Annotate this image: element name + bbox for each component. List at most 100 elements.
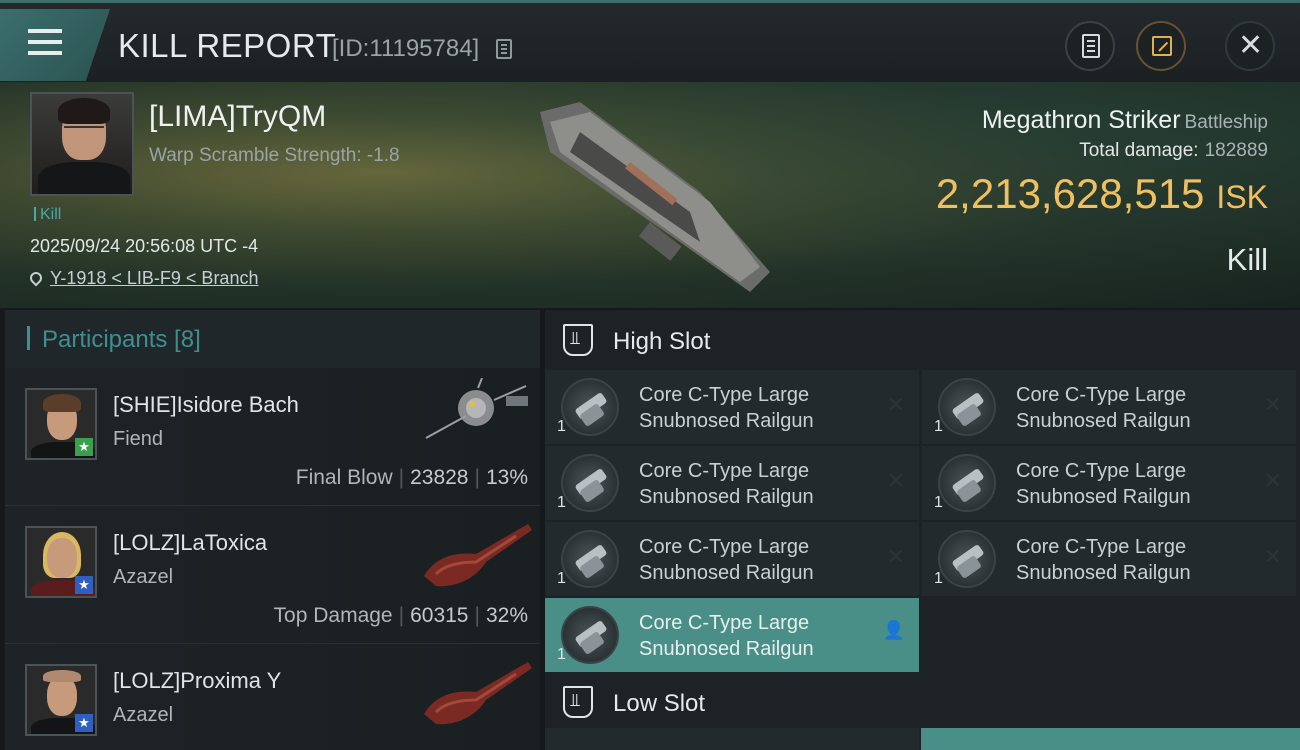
damage-percent: 32% xyxy=(485,604,528,627)
total-damage-value: 182889 xyxy=(1204,140,1268,161)
ship-name[interactable]: Megathron Striker Battleship xyxy=(982,106,1268,135)
kill-tag: Kill xyxy=(34,206,61,224)
module-name: Core C-Type Large Snubnosed Railgun xyxy=(1016,384,1191,432)
railgun-icon xyxy=(938,378,996,436)
close-icon: ✕ xyxy=(1238,29,1264,62)
railgun-icon xyxy=(938,530,996,588)
participant-row[interactable]: ★ [SHIE]Isidore Bach Fiend Final Blow | 23… xyxy=(5,368,540,506)
module-name: Core C-Type Large Snubnosed Railgun xyxy=(639,612,814,660)
participant-ship-image xyxy=(425,378,528,439)
destroyed-icon: ✕ xyxy=(886,544,905,569)
location-text: Y-1918 < LIB-F9 < Branch xyxy=(50,268,259,288)
low-slot-icon xyxy=(563,686,593,718)
module-item-partial[interactable] xyxy=(921,728,1300,750)
railgun-icon xyxy=(561,530,619,588)
star-icon: ★ xyxy=(75,576,93,594)
warp-scramble-strength: Warp Scramble Strength: -1.8 xyxy=(149,145,400,166)
destroyed-icon: ✕ xyxy=(886,468,905,493)
avatar-hair xyxy=(43,394,81,412)
module-item[interactable]: 1 Core C-Type Large Snubnosed Railgun ✕ xyxy=(545,446,919,520)
module-name: Core C-Type Large Snubnosed Railgun xyxy=(1016,536,1191,584)
star-icon: ★ xyxy=(75,714,93,732)
menu-icon-bar xyxy=(28,40,62,44)
destroyed-icon: ✕ xyxy=(1263,544,1282,569)
high-slot-icon xyxy=(563,324,593,356)
avatar[interactable]: ★ xyxy=(25,664,97,736)
module-quantity: 1 xyxy=(934,494,943,511)
close-button[interactable]: ✕ xyxy=(1225,21,1275,71)
menu-icon xyxy=(28,29,62,33)
person-icon: 👤 xyxy=(882,620,905,640)
module-item[interactable]: 1 Core C-Type Large Snubnosed Railgun 👤 xyxy=(545,598,919,672)
stat-divider: | xyxy=(474,466,480,489)
ship-class: Battleship xyxy=(1184,112,1268,133)
total-damage-label: Total damage: xyxy=(1079,140,1199,161)
location-link[interactable]: Y-1918 < LIB-F9 < Branch xyxy=(27,268,259,289)
module-quantity: 1 xyxy=(557,418,566,435)
location-pin-icon xyxy=(27,269,45,287)
module-name: Core C-Type Large Snubnosed Railgun xyxy=(639,536,814,584)
menu-button[interactable] xyxy=(0,9,110,81)
menu-icon-bar xyxy=(28,51,62,55)
clipboard-button[interactable] xyxy=(1065,21,1115,71)
share-icon xyxy=(1152,36,1172,56)
avatar-hair xyxy=(43,670,81,682)
participant-ship: Azazel xyxy=(113,566,174,588)
module-item[interactable]: 1 Core C-Type Large Snubnosed Railgun ✕ xyxy=(545,522,919,596)
stat-label: Final Blow xyxy=(295,466,393,489)
victim-ship-image xyxy=(540,102,770,292)
report-id: [ID:11195784] xyxy=(332,35,480,62)
module-quantity: 1 xyxy=(557,570,566,587)
module-item-partial[interactable] xyxy=(545,728,919,750)
railgun-icon xyxy=(561,378,619,436)
avatar-face xyxy=(47,538,77,578)
participant-row[interactable]: ★ [LOLZ]LaToxica Azazel Top Damage | 60315… xyxy=(5,506,540,644)
participants-title: Participants [8] xyxy=(27,326,201,354)
module-name: Core C-Type Large Snubnosed Railgun xyxy=(1016,460,1191,508)
participant-ship-image xyxy=(424,662,532,725)
stat-divider: | xyxy=(398,604,405,627)
participant-stats: Top Damage | 60315 | 32% xyxy=(274,604,528,628)
damage-value: 60315 xyxy=(410,604,469,627)
low-slot-title: Low Slot xyxy=(613,690,706,717)
module-quantity: 1 xyxy=(557,646,566,663)
module-item[interactable]: 1 Core C-Type Large Snubnosed Railgun ✕ xyxy=(922,446,1296,520)
module-quantity: 1 xyxy=(934,570,943,587)
destroyed-icon: ✕ xyxy=(886,392,905,417)
participant-row[interactable]: ★ [LOLZ]Proxima Y Azazel xyxy=(5,644,540,750)
victim-portrait[interactable] xyxy=(30,92,134,196)
module-item[interactable]: 1 Core C-Type Large Snubnosed Railgun ✕ xyxy=(922,370,1296,444)
copy-icon[interactable] xyxy=(496,39,512,59)
stat-label: Top Damage xyxy=(273,604,393,627)
avatar-face xyxy=(47,676,77,716)
high-slot-header: High Slot xyxy=(545,310,1300,370)
page-title: KILL REPORT xyxy=(118,27,337,64)
railgun-icon xyxy=(938,454,996,512)
participants-panel: Participants [8] ★ [SHIE]Isidore Bach Fi… xyxy=(5,310,540,750)
participant-ship: Azazel xyxy=(113,704,174,726)
isk-value: 2,213,628,515 ISK xyxy=(936,170,1268,218)
high-slot-modules: 1 Core C-Type Large Snubnosed Railgun ✕ … xyxy=(545,370,1300,672)
share-button[interactable] xyxy=(1136,21,1186,71)
module-name: Core C-Type Large Snubnosed Railgun xyxy=(639,384,814,432)
victim-name[interactable]: [LIMA]TryQM xyxy=(149,100,326,134)
module-name: Core C-Type Large Snubnosed Railgun xyxy=(639,460,814,508)
portrait-body xyxy=(38,162,130,194)
destroyed-icon: ✕ xyxy=(1263,392,1282,417)
railgun-icon xyxy=(561,606,619,664)
fitting-panel: High Slot 1 Core C-Type Large Snubnosed … xyxy=(545,310,1300,750)
participants-header: Participants [8] xyxy=(5,310,540,368)
victim-banner: [LIMA]TryQM Warp Scramble Strength: -1.8… xyxy=(0,82,1300,308)
module-item[interactable]: 1 Core C-Type Large Snubnosed Railgun ✕ xyxy=(922,522,1296,596)
avatar[interactable]: ★ xyxy=(25,526,97,598)
portrait-hair xyxy=(58,98,110,124)
stat-divider: | xyxy=(398,466,405,489)
railgun-icon xyxy=(561,454,619,512)
kill-timestamp: 2025/09/24 20:56:08 UTC -4 xyxy=(30,236,259,256)
module-item[interactable]: 1 Core C-Type Large Snubnosed Railgun ✕ xyxy=(545,370,919,444)
high-slot-title: High Slot xyxy=(613,328,711,355)
total-damage: Total damage: 182889 xyxy=(1079,140,1268,162)
avatar[interactable]: ★ xyxy=(25,388,97,460)
participant-name: [LOLZ]LaToxica xyxy=(113,530,268,555)
star-icon: ★ xyxy=(75,438,93,456)
